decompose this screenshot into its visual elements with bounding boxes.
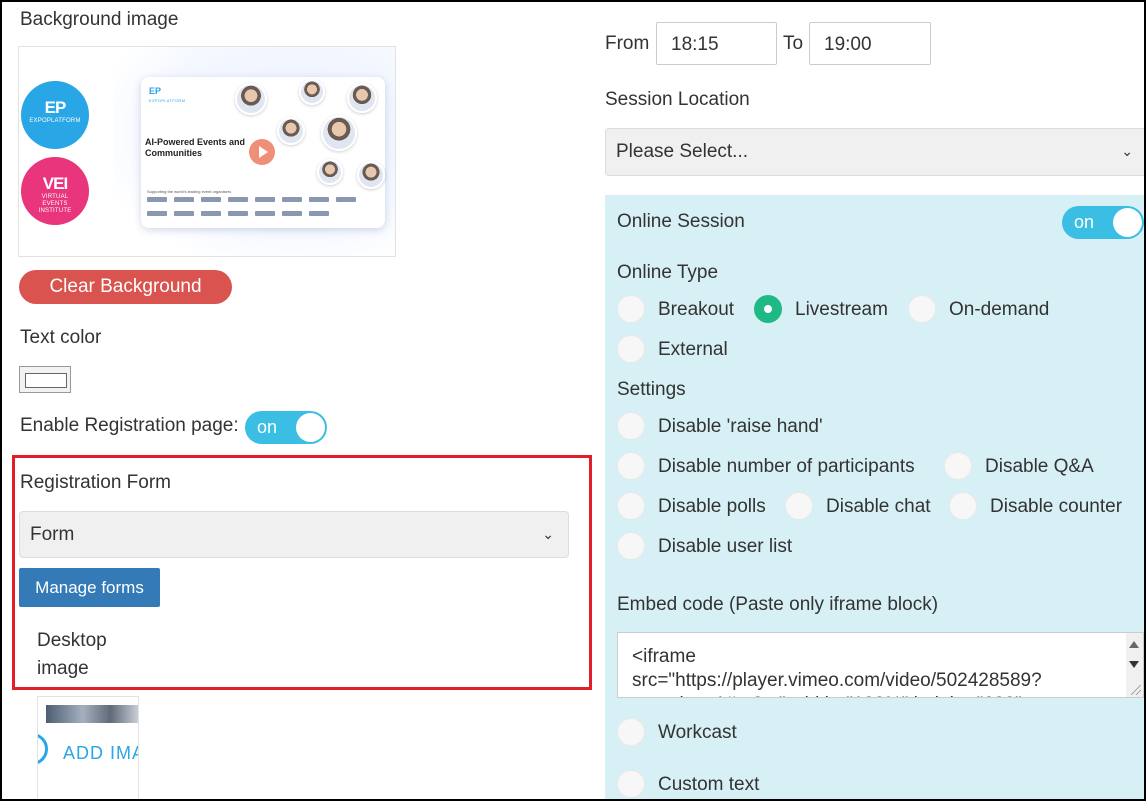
disable-counter-option[interactable] [949, 492, 977, 520]
vei-logo: VEI VIRTUAL EVENTS INSTITUTE [21, 157, 89, 225]
disable-polls-label: Disable polls [658, 496, 766, 517]
promo-title: AI-Powered Events and Communities [145, 137, 246, 158]
speaker-avatar [357, 161, 385, 189]
to-time-input[interactable]: 19:00 [809, 22, 931, 65]
chevron-down-icon: ⌄ [1121, 143, 1133, 159]
add-image-label[interactable]: ADD IMA [63, 743, 138, 764]
registration-form-select[interactable]: Form ⌄ [19, 511, 569, 558]
speaker-avatar [235, 83, 267, 115]
play-icon [249, 139, 275, 165]
disable-polls-option[interactable] [617, 492, 645, 520]
session-location-label: Session Location [605, 89, 750, 110]
disable-participants-option[interactable] [617, 452, 645, 480]
desktop-image-uploader[interactable]: ADD IMA [37, 696, 139, 799]
online-session-toggle[interactable]: on [1062, 206, 1144, 239]
online-type-livestream-radio[interactable] [754, 295, 782, 323]
background-image-preview: EP EXPOPLATFORM VEI VIRTUAL EVENTS INSTI… [18, 46, 396, 257]
speaker-avatar [347, 83, 377, 113]
custom-text-label: Custom text [658, 774, 760, 795]
custom-text-option[interactable] [617, 770, 645, 798]
settings-form: Background image EP EXPOPLATFORM VEI VIR… [0, 0, 1146, 801]
clear-background-button[interactable]: Clear Background [19, 270, 232, 304]
scroll-up-icon[interactable] [1129, 641, 1139, 648]
text-color-label: Text color [20, 327, 102, 348]
workcast-option[interactable] [617, 718, 645, 746]
promo-brand: EP EXPOPLATFORM [149, 86, 186, 104]
online-type-breakout-radio[interactable] [617, 295, 645, 323]
promo-tagline: Supporting the world's leading event org… [147, 189, 232, 194]
disable-participants-label: Disable number of participants [658, 456, 915, 477]
add-image-icon [38, 733, 48, 765]
disable-counter-label: Disable counter [990, 496, 1123, 517]
online-type-external-radio[interactable] [617, 335, 645, 363]
online-session-label: Online Session [617, 211, 745, 232]
from-time-input[interactable]: 18:15 [656, 22, 777, 65]
promo-card: EP EXPOPLATFORM AI-Powered Events and Co… [141, 77, 385, 228]
online-type-external-label: External [658, 339, 728, 360]
chevron-down-icon: ⌄ [542, 526, 554, 542]
desktop-image-label: Desktop [37, 630, 107, 651]
online-type-on-demand-radio[interactable] [908, 295, 936, 323]
embed-code-textarea[interactable]: <iframe src="https://player.vimeo.com/vi… [617, 632, 1144, 698]
manage-forms-button[interactable]: Manage forms [19, 568, 160, 607]
expoplatform-logo: EP EXPOPLATFORM [21, 81, 89, 149]
scroll-down-icon[interactable] [1129, 661, 1139, 668]
registration-form-label: Registration Form [20, 472, 171, 493]
resize-handle-icon[interactable] [1131, 685, 1141, 695]
session-location-select[interactable]: Please Select... ⌄ [605, 128, 1144, 176]
online-type-on-demand-label: On-demand [949, 299, 1050, 320]
text-color-swatch[interactable] [19, 366, 71, 393]
disable-chat-option[interactable] [785, 492, 813, 520]
speaker-avatar [299, 79, 325, 105]
speaker-avatar [317, 159, 343, 185]
online-type-livestream-label: Livestream [795, 299, 888, 320]
desktop-image-label-line2: image [37, 658, 89, 679]
enable-registration-label: Enable Registration page: [20, 415, 239, 436]
disable-user-list-label: Disable user list [658, 536, 793, 557]
online-type-label: Online Type [617, 262, 719, 283]
enable-registration-toggle[interactable]: on [245, 411, 327, 444]
disable-raise-hand-option[interactable] [617, 412, 645, 440]
settings-label: Settings [617, 379, 686, 400]
online-type-breakout-label: Breakout [658, 299, 735, 320]
background-image-label: Background image [20, 9, 179, 30]
sponsor-logos [147, 197, 377, 221]
to-label: To [783, 33, 804, 54]
image-thumbnail [46, 705, 138, 723]
workcast-label: Workcast [658, 722, 737, 743]
toggle-knob [1113, 208, 1142, 237]
disable-chat-label: Disable chat [826, 496, 931, 517]
from-label: From [605, 33, 650, 54]
disable-qa-option[interactable] [944, 452, 972, 480]
speaker-avatar [321, 115, 357, 151]
disable-qa-label: Disable Q&A [985, 456, 1094, 477]
speaker-avatar [277, 117, 305, 145]
embed-code-label: Embed code (Paste only iframe block) [617, 594, 939, 615]
disable-user-list-option[interactable] [617, 532, 645, 560]
toggle-knob [296, 413, 325, 442]
disable-raise-hand-label: Disable 'raise hand' [658, 416, 823, 437]
